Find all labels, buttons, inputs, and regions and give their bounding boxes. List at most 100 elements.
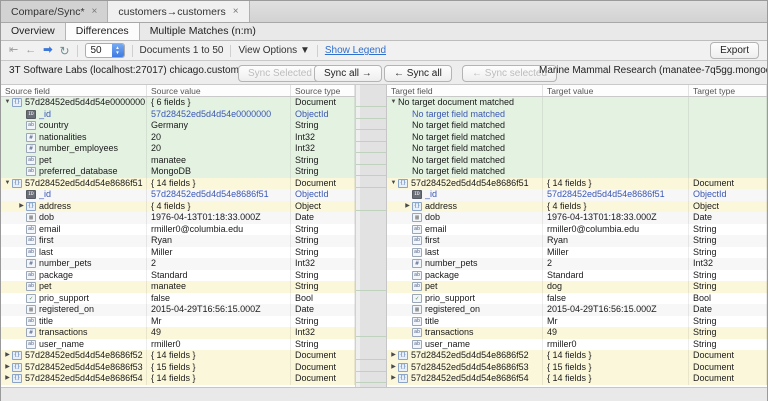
source-table-row[interactable]: ▶▦dob1976-04-13T01:18:33.000ZDate (1, 212, 355, 224)
target-table-row[interactable]: ▶abuser_namermiller0String (387, 339, 767, 351)
column-header[interactable]: Target value (543, 85, 689, 96)
target-table-row[interactable]: ▶No target field matched (387, 120, 767, 132)
target-table-row[interactable]: ▶abemailrmiller0@columbia.eduString (387, 224, 767, 236)
target-table-row[interactable]: ▶▦registered_on2015-04-29T16:56:15.000ZD… (387, 304, 767, 316)
source-table-row[interactable]: ▶{}57d28452ed5d4d54e8686f53{ 15 fields }… (1, 362, 355, 374)
expander-icon[interactable]: ▶ (17, 201, 26, 213)
field-value: Standard (147, 270, 291, 282)
expander-icon[interactable]: ▶ (389, 350, 398, 362)
column-header[interactable]: Source type (291, 85, 355, 96)
expander-icon[interactable]: ▶ (389, 362, 398, 374)
show-legend-link[interactable]: Show Legend (325, 45, 386, 56)
target-table-row[interactable]: ▶No target field matched (387, 109, 767, 121)
expander-icon[interactable]: ▼ (3, 178, 12, 190)
target-table-row[interactable]: ▼{}57d28452ed5d4d54e8686f51{ 14 fields }… (387, 178, 767, 190)
target-table-row[interactable]: ▶abtransactions49String (387, 327, 767, 339)
target-table-row[interactable]: ▶ablastMillerString (387, 247, 767, 259)
source-table-row[interactable]: ▶abpetmanateeString (1, 281, 355, 293)
tab-overview[interactable]: Overview (1, 23, 65, 40)
expander-icon[interactable]: ▶ (403, 201, 412, 213)
next-page-icon[interactable]: ➡ (43, 45, 52, 56)
target-table-row[interactable]: ▼No target document matched (387, 97, 767, 109)
page-size-select[interactable]: 50 ▲▼ (85, 43, 125, 58)
export-button[interactable]: Export (710, 42, 759, 59)
target-table-row[interactable]: ▶{}address{ 4 fields }Object (387, 201, 767, 213)
target-table-row[interactable]: ▶abpetdogString (387, 281, 767, 293)
source-table-row[interactable]: ▶#number_pets2Int32 (1, 258, 355, 270)
field-value: rmiller0@columbia.edu (147, 224, 291, 236)
expander-icon[interactable]: ▼ (3, 97, 12, 109)
target-table-row[interactable]: ▶{}57d28452ed5d4d54e8686f52{ 14 fields }… (387, 350, 767, 362)
tab-customers-customers[interactable]: customers→customers × (108, 1, 249, 22)
expander-icon[interactable]: ▶ (3, 362, 12, 374)
source-table-header: Source fieldSource valueSource type (1, 85, 355, 97)
source-table-row[interactable]: ▶abpackageStandardString (1, 270, 355, 282)
string-type-icon: ab (26, 167, 36, 176)
target-table-row[interactable]: ▶No target field matched (387, 166, 767, 178)
target-table-row[interactable]: ▶No target field matched (387, 132, 767, 144)
field-value: 57d28452ed5d4d54e8686f51 (147, 189, 291, 201)
field-name: preferred_database (39, 166, 118, 178)
source-table-row[interactable]: ▶abpetmanateeString (1, 155, 355, 167)
target-table-row[interactable]: ▶{}57d28452ed5d4d54e8686f53{ 15 fields }… (387, 362, 767, 374)
target-table-row[interactable]: ▶▦dob1976-04-13T01:18:33.000ZDate (387, 212, 767, 224)
source-table-row[interactable]: ▶abpreferred_databaseMongoDBString (1, 166, 355, 178)
expander-icon[interactable]: ▼ (389, 178, 398, 190)
expander-icon[interactable]: ▼ (389, 97, 398, 109)
field-name: No target field matched (412, 132, 505, 144)
refresh-icon[interactable]: ↻ (59, 45, 69, 57)
target-table-row[interactable]: ▶#number_pets2Int32 (387, 258, 767, 270)
tab-differences[interactable]: Differences (65, 23, 140, 40)
target-table-row[interactable]: ▶{}57d28452ed5d4d54e8686f54{ 14 fields }… (387, 373, 767, 385)
source-table-row[interactable]: ▼{}57d28452ed5d4d54e0000000{ 6 fields }D… (1, 97, 355, 109)
field-name: 57d28452ed5d4d54e8686f54 (411, 373, 529, 385)
first-page-icon[interactable]: ⇤ (9, 45, 18, 56)
column-header[interactable]: Source field (1, 85, 147, 96)
source-table-row[interactable]: ▶abfirstRyanString (1, 235, 355, 247)
column-header[interactable]: Target type (689, 85, 767, 96)
source-table-row[interactable]: ▶✓prio_supportfalseBool (1, 293, 355, 305)
target-table-row[interactable]: ▶ID_id57d28452ed5d4d54e8686f51ObjectId (387, 189, 767, 201)
source-table-row[interactable]: ▶{}57d28452ed5d4d54e8686f54{ 14 fields }… (1, 373, 355, 385)
target-table-row[interactable]: ▶No target field matched (387, 143, 767, 155)
close-icon[interactable]: × (233, 6, 239, 17)
sync-all-right-button[interactable]: Sync all → (314, 65, 382, 82)
source-table-row[interactable]: ▶{}address{ 4 fields }Object (1, 201, 355, 213)
tab-multiple-matches[interactable]: Multiple Matches (n:m) (140, 23, 266, 40)
source-table-row[interactable]: ▶abtitleMrString (1, 316, 355, 328)
source-table-row[interactable]: ▶ID_id57d28452ed5d4d54e0000000ObjectId (1, 109, 355, 121)
column-header[interactable]: Source value (147, 85, 291, 96)
field-name: _id (425, 189, 437, 201)
source-table-row[interactable]: ▶ablastMillerString (1, 247, 355, 259)
source-table-row[interactable]: ▶abcountryGermanyString (1, 120, 355, 132)
close-icon[interactable]: × (92, 6, 98, 17)
field-name: 57d28452ed5d4d54e8686f52 (411, 350, 529, 362)
expander-icon[interactable]: ▶ (3, 373, 12, 385)
expander-icon[interactable]: ▶ (3, 350, 12, 362)
source-table-row[interactable]: ▶#number_employees20Int32 (1, 143, 355, 155)
source-table-row[interactable]: ▶abemailrmiller0@columbia.eduString (1, 224, 355, 236)
stepper-icon[interactable]: ▲▼ (112, 44, 124, 57)
source-table-row[interactable]: ▶{}57d28452ed5d4d54e8686f52{ 14 fields }… (1, 350, 355, 362)
target-table-row[interactable]: ▶No target field matched (387, 155, 767, 167)
source-table-row[interactable]: ▶#transactions49Int32 (1, 327, 355, 339)
source-table-row[interactable]: ▶▦registered_on2015-04-29T16:56:15.000ZD… (1, 304, 355, 316)
field-type: Object (689, 201, 767, 213)
target-table-row[interactable]: ▶abfirstRyanString (387, 235, 767, 247)
column-header[interactable]: Target field (387, 85, 543, 96)
source-table-row[interactable]: ▶#nationalities20Int32 (1, 132, 355, 144)
date-type-icon: ▦ (26, 213, 36, 222)
source-table-row[interactable]: ▶ID_id57d28452ed5d4d54e8686f51ObjectId (1, 189, 355, 201)
view-options-menu[interactable]: View Options ▼ (238, 45, 309, 56)
source-table-row[interactable]: ▼{}57d28452ed5d4d54e8686f51{ 14 fields }… (1, 178, 355, 190)
expander-icon[interactable]: ▶ (389, 373, 398, 385)
previous-page-icon[interactable]: ← (25, 45, 36, 56)
field-value (543, 143, 689, 155)
target-table-row[interactable]: ▶abtitleMrString (387, 316, 767, 328)
target-table-row[interactable]: ▶abpackageStandardString (387, 270, 767, 282)
target-table-row[interactable]: ▶✓prio_supportfalseBool (387, 293, 767, 305)
sync-all-left-button[interactable]: ← Sync all (384, 65, 452, 82)
tab-compare-sync[interactable]: Compare/Sync* × (1, 1, 108, 22)
field-type: Document (689, 350, 767, 362)
source-table-row[interactable]: ▶abuser_namermiller0String (1, 339, 355, 351)
